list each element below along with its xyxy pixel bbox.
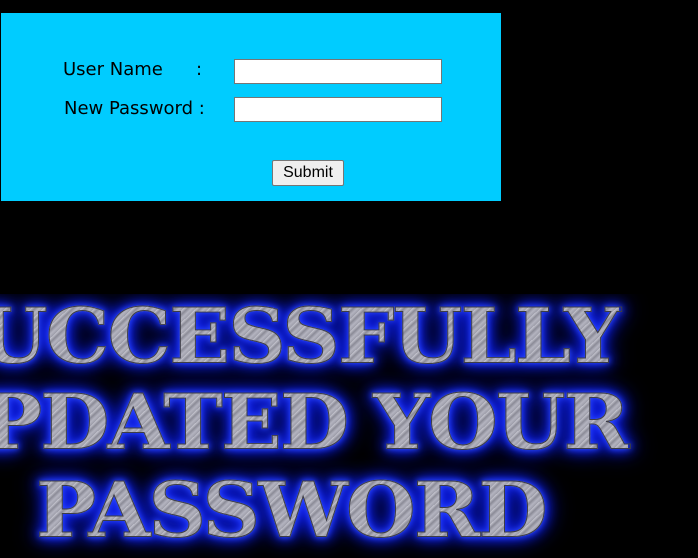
success-banner: UCCESSFULLY PDATED YOUR PASSWORD [0,294,698,558]
username-label: User Name [63,59,163,80]
username-colon: : [196,59,203,80]
success-banner-line-1: UCCESSFULLY [0,298,621,375]
username-input[interactable] [234,59,442,84]
new-password-label: New Password : [64,98,205,119]
success-banner-line-3: PASSWORD [36,465,549,555]
submit-button[interactable]: Submit [272,160,344,186]
new-password-input[interactable] [234,97,442,122]
password-reset-form: User Name : New Password : Submit [1,13,501,201]
success-banner-line-2: PDATED YOUR [0,384,631,461]
